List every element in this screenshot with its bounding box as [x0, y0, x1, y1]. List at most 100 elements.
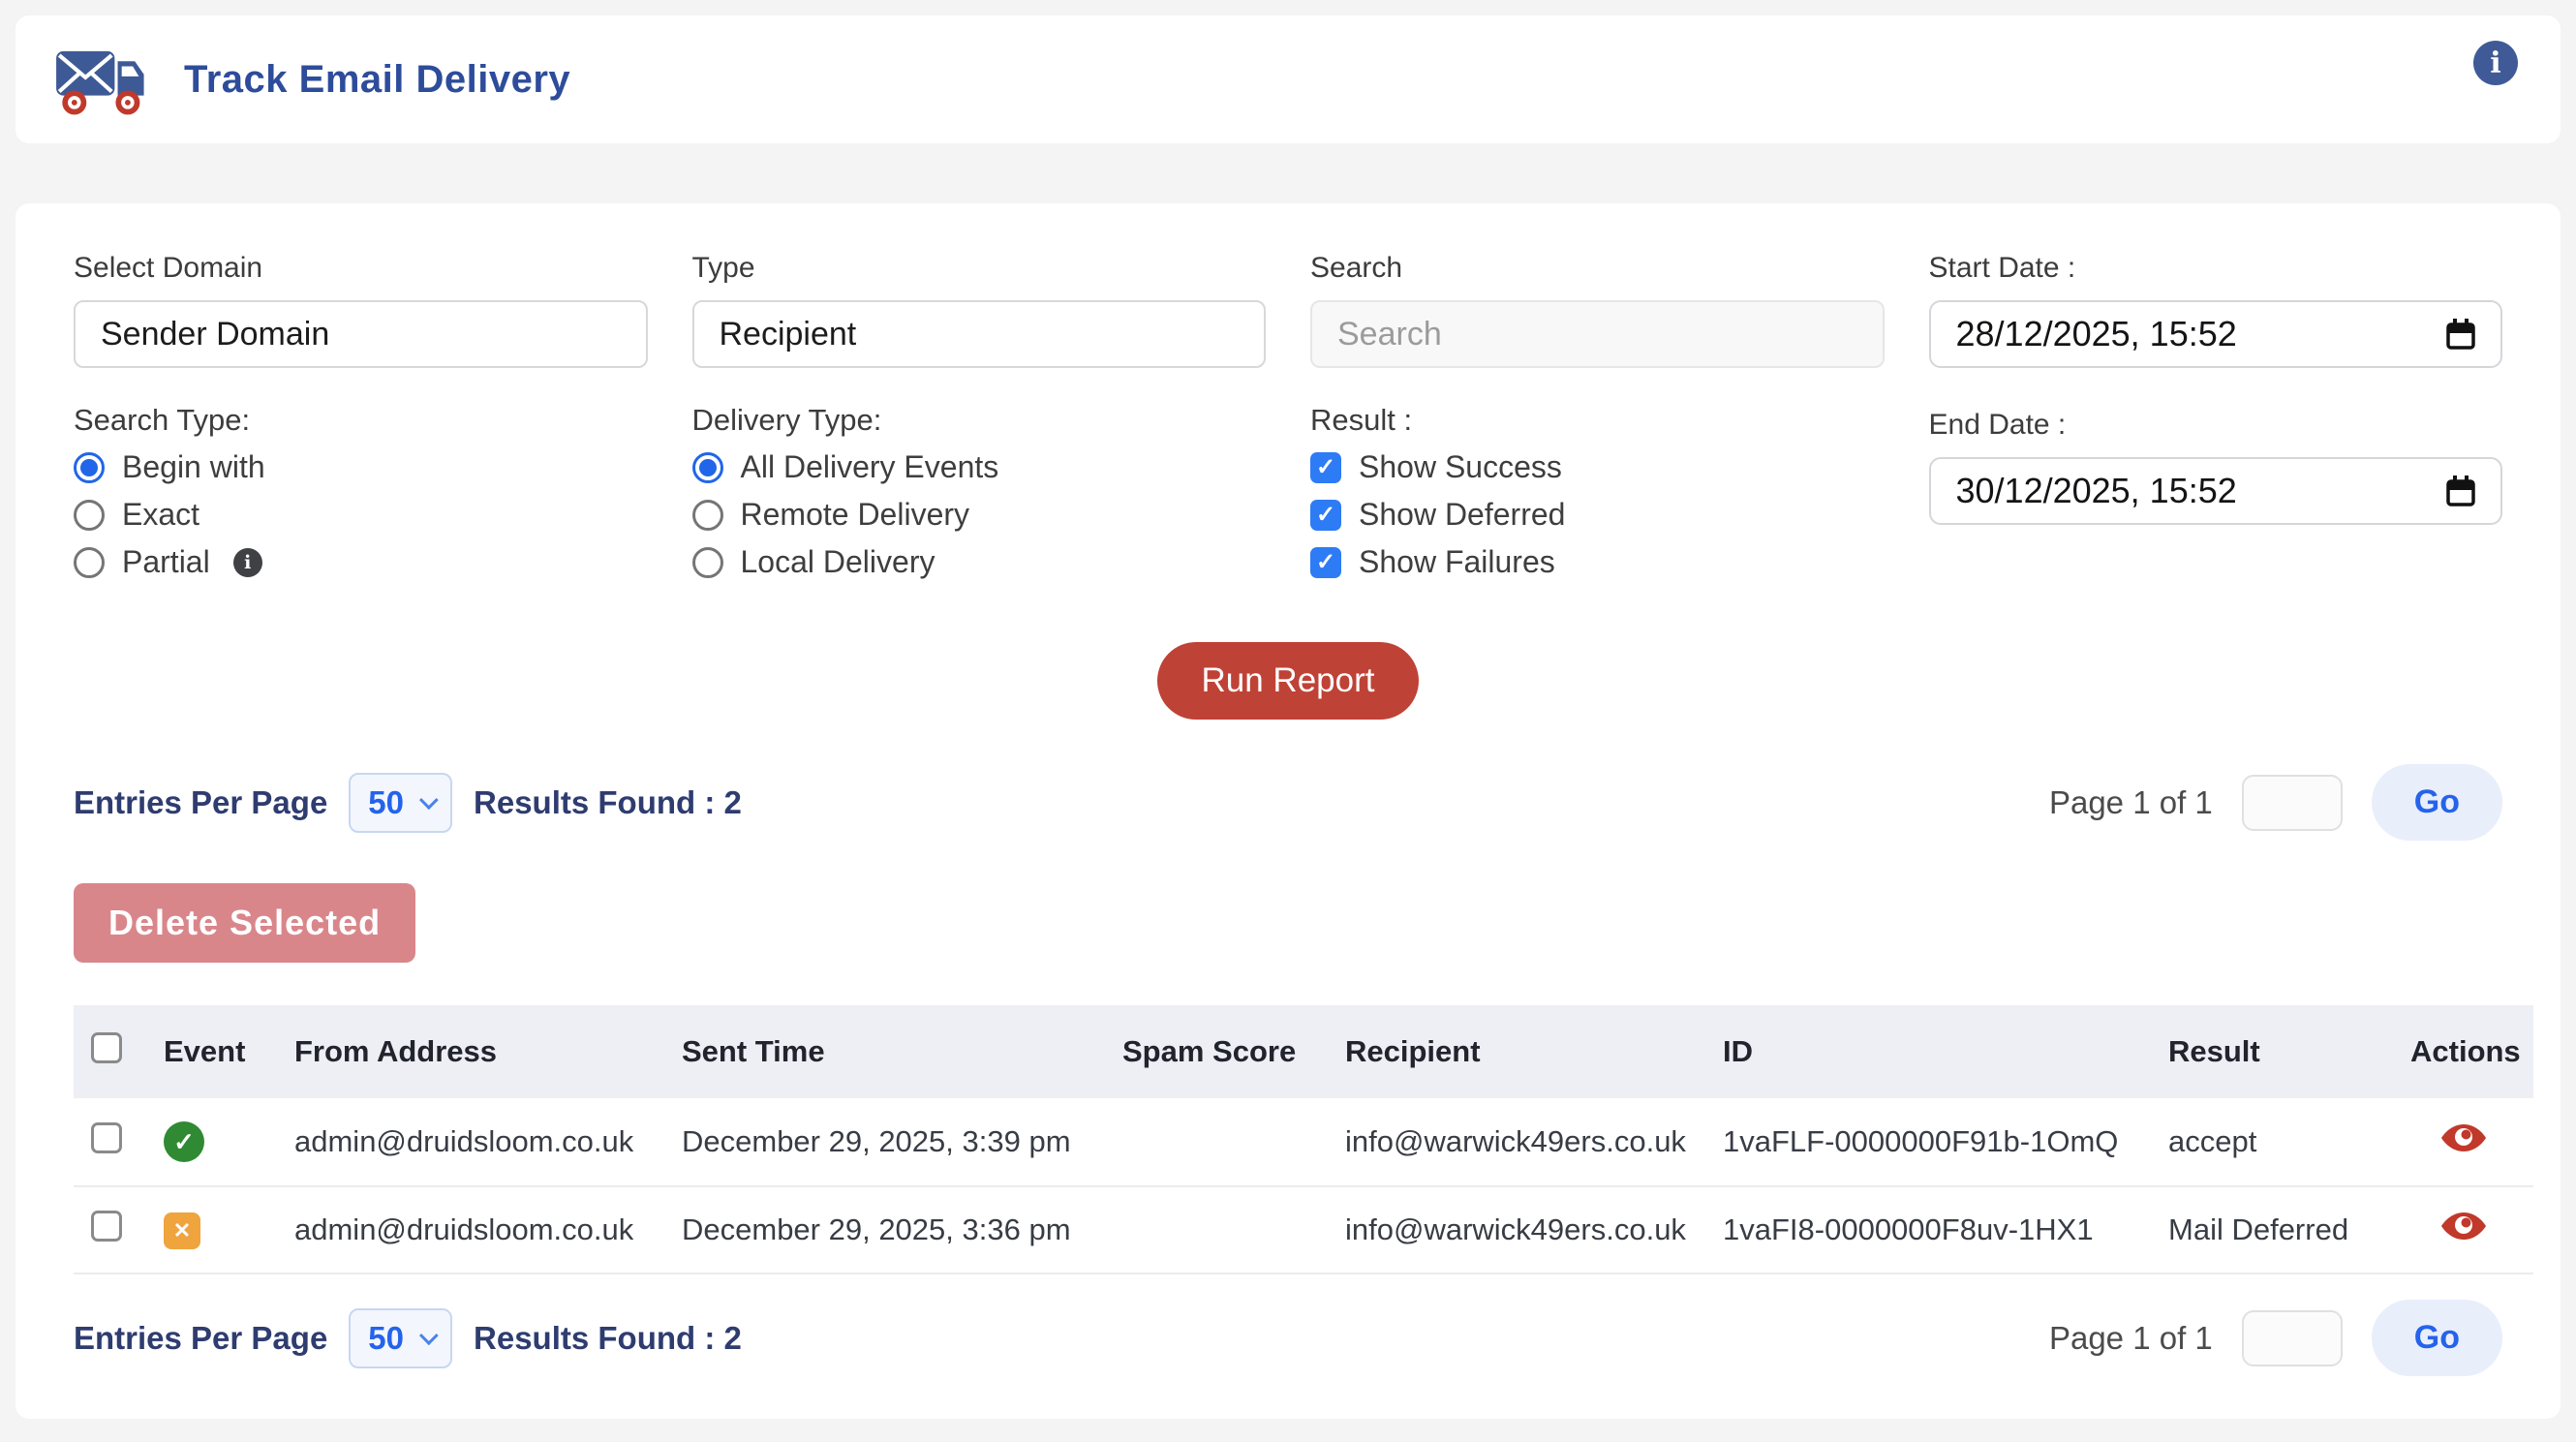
delivery-report-table: Event From Address Sent Time Spam Score …: [74, 1005, 2533, 1274]
cell-sent-time: December 29, 2025, 3:36 pm: [664, 1186, 1105, 1273]
radio-option-exact[interactable]: Exact: [74, 497, 648, 533]
page-info-text: Page 1 of 1: [2049, 784, 2213, 821]
type-input[interactable]: [692, 300, 1267, 368]
x-square-icon: [164, 1212, 200, 1249]
select-domain-input[interactable]: [74, 300, 648, 368]
chevron-down-icon: [419, 1326, 439, 1345]
partial-info-icon[interactable]: i: [233, 548, 262, 577]
checkbox-option-show-deferred[interactable]: Show Deferred: [1310, 497, 1885, 533]
run-report-button[interactable]: Run Report: [1157, 642, 1420, 720]
entries-per-page-value: 50: [368, 1320, 404, 1357]
pagination-left: Entries Per Page 50 Results Found : 2: [74, 773, 742, 833]
filter-col-search: Search Result : Show Success Show Deferr…: [1310, 252, 1885, 592]
select-domain-label: Select Domain: [74, 252, 648, 285]
radio-icon: [692, 547, 723, 578]
delivery-type-label: Delivery Type:: [692, 403, 1267, 438]
entries-per-page-value: 50: [368, 784, 404, 821]
pagination-bottom: Entries Per Page 50 Results Found : 2 Pa…: [74, 1300, 2502, 1376]
radio-option-remote-delivery[interactable]: Remote Delivery: [692, 497, 1267, 533]
radio-label: All Delivery Events: [741, 449, 999, 485]
search-type-label: Search Type:: [74, 403, 648, 438]
table-row: admin@druidsloom.co.uk December 29, 2025…: [74, 1186, 2533, 1273]
pagination-right: Page 1 of 1 Go: [2049, 1300, 2502, 1376]
checkbox-option-show-success[interactable]: Show Success: [1310, 449, 1885, 485]
cell-spam-score: [1105, 1186, 1328, 1273]
entries-per-page-select[interactable]: 50: [349, 1308, 452, 1368]
select-all-checkbox[interactable]: [91, 1032, 122, 1063]
filter-col-dates: Start Date : 28/12/2025, 15:52 End Date …: [1929, 252, 2503, 592]
table-row: admin@druidsloom.co.uk December 29, 2025…: [74, 1098, 2533, 1186]
app-header: Track Email Delivery i: [15, 15, 2561, 143]
search-input[interactable]: [1310, 300, 1885, 368]
cell-spam-score: [1105, 1098, 1328, 1186]
checkbox-option-show-failures[interactable]: Show Failures: [1310, 544, 1885, 580]
row-checkbox[interactable]: [91, 1122, 122, 1153]
column-header-result: Result: [2151, 1005, 2393, 1098]
calendar-icon: [2446, 319, 2475, 350]
radio-option-partial[interactable]: Partial i: [74, 544, 648, 580]
filter-col-type: Type Delivery Type: All Delivery Events …: [692, 252, 1267, 592]
start-date-input[interactable]: 28/12/2025, 15:52: [1929, 300, 2503, 368]
page-number-input[interactable]: [2242, 775, 2343, 831]
cell-id: 1vaFLF-0000000F91b-1OmQ: [1705, 1098, 2151, 1186]
cell-recipient: info@warwick49ers.co.uk: [1328, 1098, 1705, 1186]
radio-option-local-delivery[interactable]: Local Delivery: [692, 544, 1267, 580]
radio-label: Partial: [122, 544, 210, 580]
cell-result: accept: [2151, 1098, 2393, 1186]
start-date-value: 28/12/2025, 15:52: [1956, 314, 2237, 354]
delete-selected-button[interactable]: Delete Selected: [74, 883, 415, 963]
radio-option-begin-with[interactable]: Begin with: [74, 449, 648, 485]
eye-icon: [2440, 1211, 2487, 1242]
column-header-sent-time: Sent Time: [664, 1005, 1105, 1098]
pagination-left: Entries Per Page 50 Results Found : 2: [74, 1308, 742, 1368]
column-header-spam-score: Spam Score: [1105, 1005, 1328, 1098]
column-header-event: Event: [146, 1005, 277, 1098]
cell-result: Mail Deferred: [2151, 1186, 2393, 1273]
calendar-icon: [2446, 476, 2475, 506]
entries-per-page-select[interactable]: 50: [349, 773, 452, 833]
cell-recipient: info@warwick49ers.co.uk: [1328, 1186, 1705, 1273]
view-details-button[interactable]: [2440, 1122, 2487, 1153]
page-info-text: Page 1 of 1: [2049, 1320, 2213, 1357]
filter-form: Select Domain Search Type: Begin with Ex…: [74, 252, 2502, 592]
page-number-input[interactable]: [2242, 1310, 2343, 1366]
report-panel: Select Domain Search Type: Begin with Ex…: [15, 203, 2561, 1419]
radio-label: Begin with: [122, 449, 265, 485]
view-details-button[interactable]: [2440, 1211, 2487, 1242]
column-header-from-address: From Address: [277, 1005, 664, 1098]
start-date-label: Start Date :: [1929, 252, 2503, 285]
cell-from-address: admin@druidsloom.co.uk: [277, 1186, 664, 1273]
header-title-group: Track Email Delivery: [54, 39, 570, 120]
pagination-right: Page 1 of 1 Go: [2049, 764, 2502, 841]
radio-icon: [74, 500, 105, 531]
radio-label: Local Delivery: [741, 544, 935, 580]
result-label: Result :: [1310, 403, 1885, 438]
radio-icon: [692, 452, 723, 483]
column-header-recipient: Recipient: [1328, 1005, 1705, 1098]
results-found-text: Results Found : 2: [474, 784, 742, 821]
checkbox-icon: [1310, 547, 1341, 578]
end-date-input[interactable]: 30/12/2025, 15:52: [1929, 457, 2503, 525]
chevron-down-icon: [419, 790, 439, 810]
checkbox-label: Show Success: [1359, 449, 1562, 485]
entries-per-page-label: Entries Per Page: [74, 1320, 327, 1357]
radio-icon: [692, 500, 723, 531]
page-title: Track Email Delivery: [184, 58, 570, 102]
pagination-top: Entries Per Page 50 Results Found : 2 Pa…: [74, 764, 2502, 841]
end-date-value: 30/12/2025, 15:52: [1956, 471, 2237, 511]
mail-truck-icon: [54, 39, 155, 120]
cell-sent-time: December 29, 2025, 3:39 pm: [664, 1098, 1105, 1186]
info-icon-glyph: i: [2490, 46, 2500, 80]
go-button[interactable]: Go: [2372, 1300, 2502, 1376]
type-label: Type: [692, 252, 1267, 285]
eye-icon: [2440, 1122, 2487, 1153]
go-button[interactable]: Go: [2372, 764, 2502, 841]
end-date-label: End Date :: [1929, 409, 2503, 442]
row-checkbox[interactable]: [91, 1211, 122, 1242]
radio-icon: [74, 547, 105, 578]
info-icon[interactable]: i: [2473, 41, 2518, 85]
radio-option-all-delivery-events[interactable]: All Delivery Events: [692, 449, 1267, 485]
cell-from-address: admin@druidsloom.co.uk: [277, 1098, 664, 1186]
checkbox-icon: [1310, 452, 1341, 483]
radio-label: Remote Delivery: [741, 497, 970, 533]
